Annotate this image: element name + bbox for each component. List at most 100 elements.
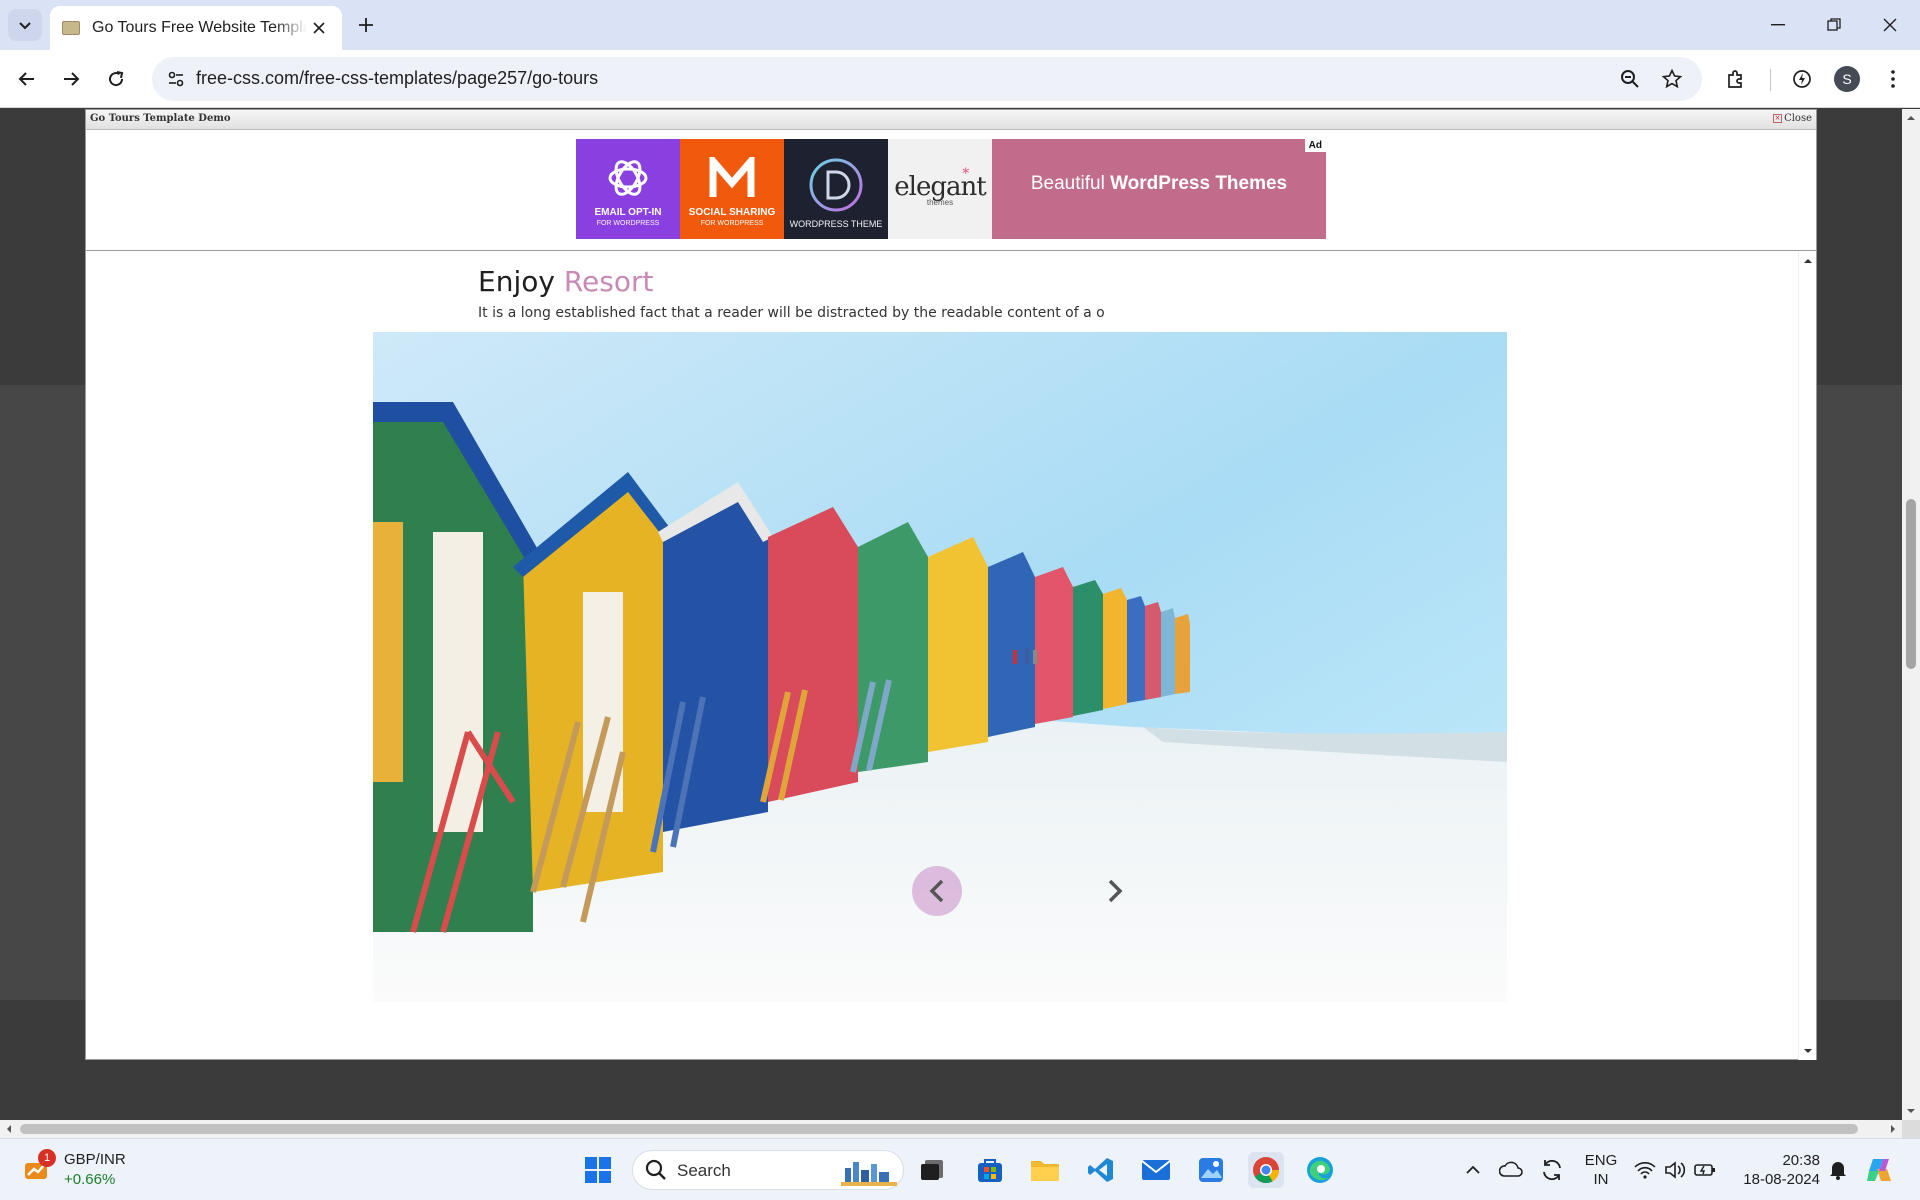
scrollbar-thumb[interactable] bbox=[1906, 499, 1916, 669]
template-demo-frame: Go Tours Template Demo × Close EMAIL OPT… bbox=[85, 109, 1817, 1060]
lead-paragraph: It is a long established fact that a rea… bbox=[478, 305, 1105, 321]
demo-title-bar: Go Tours Template Demo × Close bbox=[86, 110, 1816, 130]
language-indicator[interactable]: ENG IN bbox=[1580, 1151, 1622, 1189]
chevron-up-icon bbox=[1466, 1165, 1480, 1174]
tab-strip: Go Tours Free Website Template bbox=[0, 0, 1920, 50]
ad-tile-divi[interactable]: WORDPRESS THEME bbox=[784, 139, 888, 239]
slider-next-button[interactable] bbox=[1090, 866, 1140, 916]
battery-icon bbox=[1694, 1164, 1715, 1176]
photos-button[interactable] bbox=[1193, 1152, 1229, 1188]
scroll-down-icon[interactable] bbox=[1902, 1104, 1920, 1118]
chrome-menu-button[interactable] bbox=[1875, 61, 1911, 97]
monarch-logo-icon bbox=[709, 157, 755, 197]
ad-tile-wordpress-themes[interactable]: Beautiful WordPress Themes bbox=[992, 139, 1326, 239]
clock-date: 18-08-2024 bbox=[1743, 1171, 1820, 1188]
taskbar-search[interactable]: Search bbox=[632, 1150, 904, 1190]
demo-close-button[interactable]: × Close bbox=[1773, 113, 1812, 124]
edge-icon bbox=[1307, 1157, 1333, 1183]
section-heading: Enjoy Resort bbox=[478, 265, 653, 298]
wifi-icon bbox=[1634, 1162, 1656, 1179]
page-viewport: Go Tours Template Demo × Close EMAIL OPT… bbox=[0, 109, 1902, 1120]
scrollbar-thumb[interactable] bbox=[20, 1124, 1858, 1134]
ad-tile-email-optin[interactable]: EMAIL OPT-IN FOR WORDPRESS bbox=[576, 139, 680, 239]
ticker-change: +0.66% bbox=[64, 1171, 116, 1188]
lang-line1: ENG bbox=[1584, 1152, 1618, 1169]
wifi-button[interactable] bbox=[1630, 1152, 1660, 1188]
ad-badge: Ad bbox=[1304, 139, 1326, 152]
scroll-right-icon[interactable] bbox=[1886, 1120, 1900, 1138]
minimize-button[interactable] bbox=[1750, 0, 1806, 50]
task-view-button[interactable] bbox=[914, 1152, 950, 1188]
demo-close-label: Close bbox=[1784, 113, 1812, 124]
mail-button[interactable] bbox=[1138, 1152, 1174, 1188]
chrome-icon bbox=[1253, 1157, 1280, 1184]
back-button[interactable] bbox=[9, 61, 45, 97]
forward-button[interactable] bbox=[53, 61, 89, 97]
scroll-left-icon[interactable] bbox=[2, 1120, 16, 1138]
edge-button[interactable] bbox=[1302, 1152, 1338, 1188]
performance-icon bbox=[1793, 70, 1811, 88]
new-tab-button[interactable] bbox=[352, 11, 380, 39]
ad-tile-social-sharing[interactable]: SOCIAL SHARING FOR WORDPRESS bbox=[680, 139, 784, 239]
scroll-up-icon[interactable] bbox=[1799, 254, 1817, 268]
heading-word2: Resort bbox=[563, 265, 654, 298]
photos-icon bbox=[1199, 1158, 1223, 1182]
scroll-down-icon[interactable] bbox=[1799, 1044, 1817, 1058]
performance-button[interactable] bbox=[1784, 61, 1820, 97]
restore-button[interactable] bbox=[1806, 0, 1862, 50]
ad-tile2-line2: FOR WORDPRESS bbox=[700, 220, 764, 227]
tab-search-button[interactable] bbox=[8, 9, 42, 41]
lang-line2: IN bbox=[1593, 1171, 1609, 1188]
stock-widget[interactable]: 1 GBP/INR +0.66% bbox=[22, 1149, 126, 1188]
chevron-right-icon bbox=[1108, 879, 1123, 903]
page-vertical-scrollbar[interactable] bbox=[1902, 109, 1920, 1120]
site-info-icon bbox=[168, 71, 184, 87]
page-horizontal-scrollbar[interactable] bbox=[0, 1120, 1902, 1138]
extensions-button[interactable] bbox=[1718, 61, 1754, 97]
tab-close-button[interactable] bbox=[308, 17, 330, 39]
zoom-icon bbox=[1621, 70, 1639, 88]
window-close-button[interactable] bbox=[1862, 0, 1918, 50]
banner-bold: WordPress Themes bbox=[1110, 173, 1288, 194]
close-icon bbox=[313, 22, 325, 34]
people-on-beach bbox=[1013, 648, 1037, 664]
ad-tile-elegant-themes[interactable]: elegant * themes bbox=[888, 139, 992, 239]
scroll-up-icon[interactable] bbox=[1902, 111, 1920, 125]
store-button[interactable] bbox=[972, 1152, 1008, 1188]
task-view-icon bbox=[921, 1160, 943, 1180]
back-icon bbox=[18, 72, 34, 86]
close-icon: × bbox=[1773, 114, 1783, 123]
onedrive-button[interactable] bbox=[1494, 1152, 1528, 1188]
tray-overflow-button[interactable] bbox=[1456, 1152, 1490, 1188]
windows-start-icon bbox=[585, 1157, 611, 1183]
ad-tile2-line1: SOCIAL SHARING bbox=[688, 207, 776, 218]
battery-button[interactable] bbox=[1690, 1152, 1720, 1188]
scrollbar-corner bbox=[1902, 1120, 1920, 1138]
inner-scrollbar[interactable] bbox=[1798, 252, 1816, 1060]
chrome-taskbar-button[interactable] bbox=[1248, 1152, 1284, 1188]
slider-prev-button[interactable] bbox=[912, 866, 962, 916]
vscode-button[interactable] bbox=[1083, 1152, 1119, 1188]
site-info-button[interactable] bbox=[162, 65, 190, 93]
search-icon bbox=[645, 1159, 666, 1180]
menu-icon bbox=[1891, 70, 1895, 88]
sync-button[interactable] bbox=[1535, 1152, 1569, 1188]
close-icon bbox=[1883, 18, 1897, 32]
profile-avatar[interactable]: S bbox=[1834, 66, 1860, 92]
copilot-icon bbox=[1867, 1159, 1891, 1181]
volume-button[interactable] bbox=[1660, 1152, 1690, 1188]
active-tab[interactable]: Go Tours Free Website Template bbox=[50, 6, 342, 50]
reload-button[interactable] bbox=[98, 61, 134, 97]
clock[interactable]: 20:38 18-08-2024 bbox=[1728, 1151, 1820, 1189]
start-button[interactable] bbox=[580, 1152, 616, 1188]
bookmark-button[interactable] bbox=[1656, 63, 1688, 95]
file-explorer-button[interactable] bbox=[1027, 1152, 1063, 1188]
copilot-button[interactable] bbox=[1862, 1152, 1898, 1188]
bell-icon bbox=[1830, 1162, 1846, 1180]
zoom-button[interactable] bbox=[1614, 63, 1646, 95]
address-bar[interactable]: free-css.com/free-css-templates/page257/… bbox=[152, 57, 1702, 101]
search-label: Search bbox=[677, 1161, 731, 1180]
ad-banner[interactable]: EMAIL OPT-IN FOR WORDPRESS SOCIAL SHARIN… bbox=[576, 139, 1326, 239]
notifications-button[interactable] bbox=[1822, 1152, 1854, 1188]
taskbar: 1 GBP/INR +0.66% Search ENG IN 20:38 18-… bbox=[0, 1138, 1920, 1200]
